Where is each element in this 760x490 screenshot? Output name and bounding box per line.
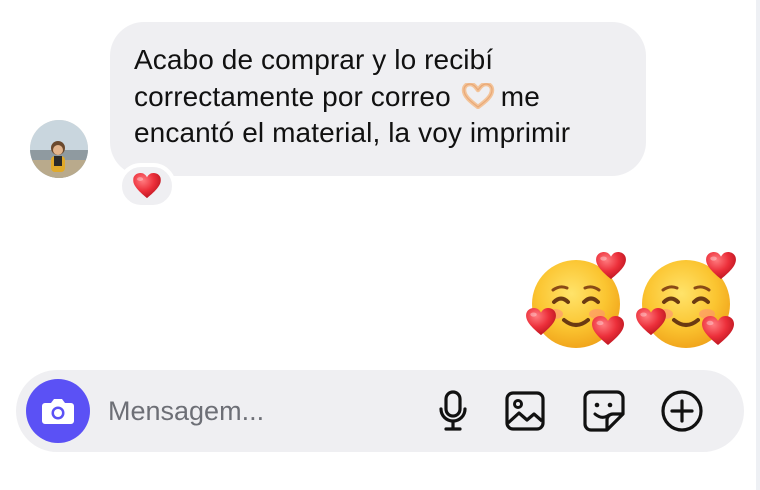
more-options-button[interactable] (659, 388, 705, 434)
smiling-face-with-hearts-icon (636, 250, 740, 354)
message-line-3: encantó el material, la voy imprimir (134, 117, 571, 148)
scroll-edge (756, 0, 760, 490)
incoming-message-bubble[interactable]: Acabo de comprar y lo recibí correctamen… (110, 22, 646, 176)
camera-button[interactable] (26, 379, 90, 443)
message-line-1: Acabo de comprar y lo recibí (134, 44, 494, 75)
message-composer (16, 370, 744, 452)
camera-icon (42, 399, 74, 424)
sticker-button[interactable] (581, 388, 627, 434)
heart-reaction[interactable] (118, 163, 176, 209)
add-icon (661, 390, 703, 432)
chat-screen: Acabo de comprar y lo recibí correctamen… (0, 0, 760, 490)
message-line-2-end: me (500, 80, 540, 112)
message-input[interactable] (108, 392, 408, 430)
message-text: Acabo de comprar y lo recibí correctamen… (134, 42, 622, 152)
red-heart-icon (133, 173, 161, 199)
microphone-icon (439, 390, 467, 431)
sticker-icon (583, 390, 625, 432)
gallery-button[interactable] (502, 388, 548, 434)
outgoing-emoji-message[interactable] (526, 250, 740, 354)
heart-hands-icon (461, 81, 495, 109)
message-line-2: correctamente por correo (134, 80, 451, 112)
avatar[interactable] (30, 120, 88, 178)
gallery-icon (505, 391, 545, 431)
voice-message-button[interactable] (430, 388, 476, 434)
smiling-face-with-hearts-icon (526, 250, 630, 354)
